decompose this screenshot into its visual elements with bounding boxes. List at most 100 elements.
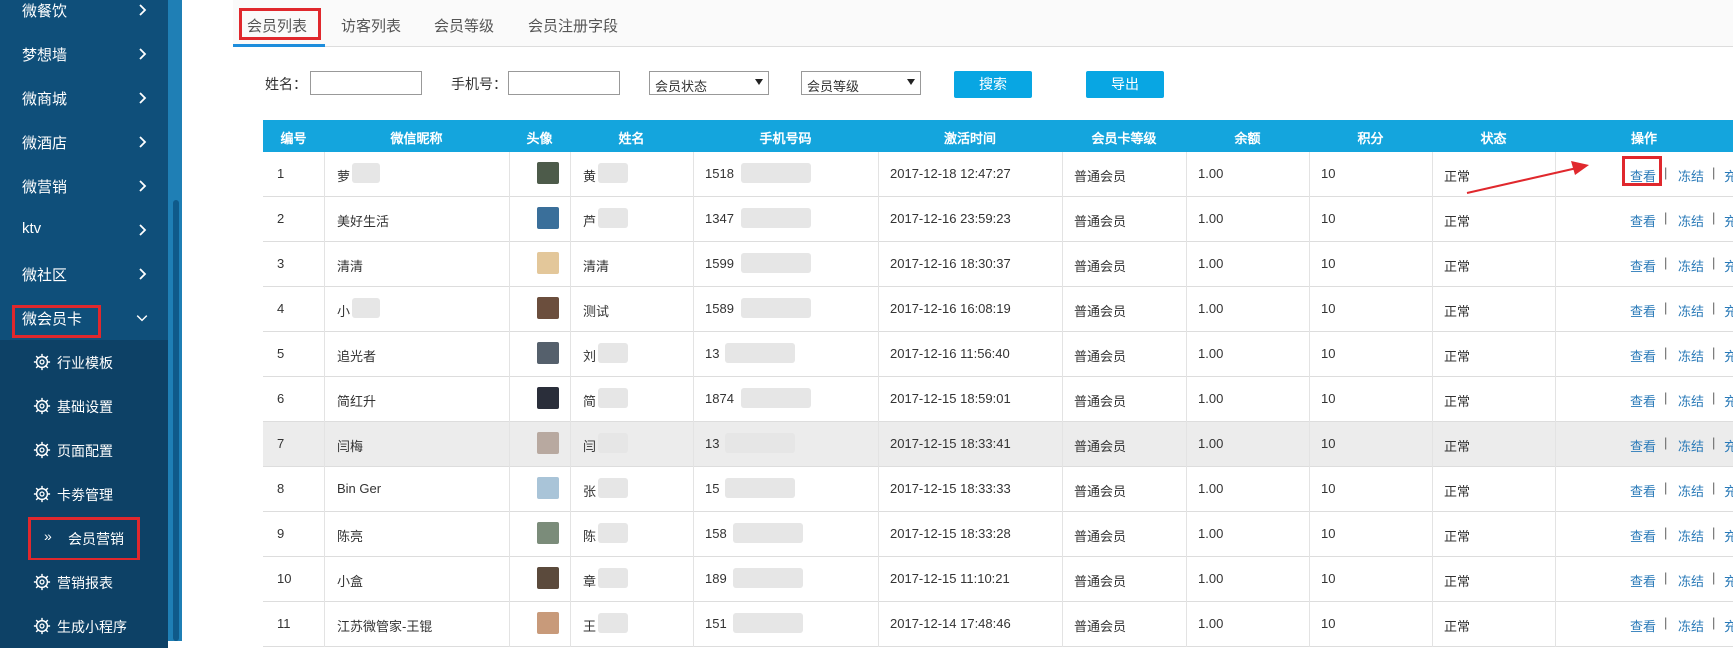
- cell-divider: [693, 152, 694, 197]
- freeze-link[interactable]: 冻结: [1678, 256, 1704, 275]
- menu-item-wei-jiudian[interactable]: 微酒店: [0, 120, 168, 164]
- cell-time: 2017-12-16 11:56:40: [890, 346, 1010, 361]
- cell-divider: [1309, 602, 1310, 647]
- cell-points: 10: [1321, 346, 1336, 361]
- view-link[interactable]: 查看: [1630, 256, 1656, 275]
- freeze-link[interactable]: 冻结: [1678, 436, 1704, 455]
- recharge-link[interactable]: 充值: [1724, 391, 1733, 410]
- cell-divider: [1062, 422, 1063, 467]
- view-link[interactable]: 查看: [1630, 346, 1656, 365]
- cell-id: 6: [277, 391, 285, 406]
- view-link[interactable]: 查看: [1630, 481, 1656, 500]
- cell-divider: [1555, 242, 1556, 287]
- submenu-item-yingxiao-baobiao[interactable]: 营销报表: [0, 560, 168, 604]
- chevron-right-icon: [139, 180, 147, 192]
- menu-item-mengxiangqiang[interactable]: 梦想墙: [0, 32, 168, 76]
- submenu-item-hangye-muban[interactable]: 行业模板: [0, 340, 168, 384]
- cell-divider: [1062, 287, 1063, 332]
- cell-phone: 1518: [705, 166, 734, 181]
- cell-time: 2017-12-15 18:33:41: [890, 436, 1011, 451]
- tab-visitor-list[interactable]: 访客列表: [341, 15, 401, 36]
- view-link[interactable]: 查看: [1630, 391, 1656, 410]
- phone-input[interactable]: [508, 71, 620, 95]
- cell-divider: [324, 602, 325, 647]
- cell-phone: 15: [705, 481, 720, 496]
- recharge-link[interactable]: 充值: [1724, 301, 1733, 320]
- submenu-item-shengcheng-xiaochengxu[interactable]: 生成小程序: [0, 604, 168, 648]
- submenu-item-yemian-peizhi[interactable]: 页面配置: [0, 428, 168, 472]
- menu-item-wei-canyin[interactable]: 微餐饮: [0, 0, 168, 32]
- freeze-link[interactable]: 冻结: [1678, 481, 1704, 500]
- gear-icon: [33, 617, 51, 635]
- export-button[interactable]: 导出: [1086, 71, 1164, 98]
- chevron-right-icon: [139, 136, 147, 148]
- menu-item-wei-yingxiao[interactable]: 微营销: [0, 164, 168, 208]
- freeze-link[interactable]: 冻结: [1678, 346, 1704, 365]
- recharge-link[interactable]: 充值: [1724, 526, 1733, 545]
- status-select[interactable]: 会员状态: [649, 71, 769, 95]
- cell-balance: 1.00: [1198, 481, 1224, 496]
- redacted-name: [598, 523, 628, 543]
- submenu-item-jichu-shezhi[interactable]: 基础设置: [0, 384, 168, 428]
- col-header-time: 激活时间: [943, 131, 996, 146]
- recharge-link[interactable]: 充值: [1724, 571, 1733, 590]
- level-select-value: 会员等级: [807, 79, 860, 94]
- search-button[interactable]: 搜索: [954, 71, 1032, 98]
- tab-register-fields[interactable]: 会员注册字段: [528, 15, 618, 36]
- recharge-link[interactable]: 充值: [1724, 166, 1733, 185]
- freeze-link[interactable]: 冻结: [1678, 526, 1704, 545]
- menu-label: 微酒店: [22, 135, 68, 152]
- recharge-link[interactable]: 充值: [1724, 256, 1733, 275]
- view-link[interactable]: 查看: [1630, 301, 1656, 320]
- freeze-link[interactable]: 冻结: [1678, 391, 1704, 410]
- chevron-right-icon: [139, 48, 147, 60]
- cell-divider: [1555, 332, 1556, 377]
- table-row: 7 闫梅 闫 13 2017-12-15 18:33:41 普通会员 1.00 10 正常 查看 |…: [263, 422, 1733, 467]
- recharge-link[interactable]: 充值: [1724, 616, 1733, 635]
- menu-item-ktv[interactable]: ktv: [0, 208, 168, 252]
- cell-level: 普通会员: [1074, 349, 1127, 364]
- recharge-link[interactable]: 充值: [1724, 211, 1733, 230]
- cell-points: 10: [1321, 571, 1336, 586]
- freeze-link[interactable]: 冻结: [1678, 571, 1704, 590]
- sidebar-scroll-thumb[interactable]: [173, 200, 179, 641]
- cell-nick: Bin Ger: [337, 481, 382, 496]
- table-row: 3 清清 清清 1599 2017-12-16 18:30:37 普通会员 1.00 10 正常…: [263, 242, 1733, 287]
- cell-nick: 简红升: [337, 394, 377, 409]
- cell-divider: [1432, 287, 1433, 332]
- col-header-name: 姓名: [618, 131, 645, 146]
- redacted-phone: [741, 208, 811, 228]
- tab-member-level[interactable]: 会员等级: [434, 15, 494, 36]
- view-link[interactable]: 查看: [1630, 211, 1656, 230]
- cell-divider: [1555, 377, 1556, 422]
- cell-balance: 1.00: [1198, 256, 1224, 271]
- level-select[interactable]: 会员等级: [801, 71, 921, 95]
- view-link[interactable]: 查看: [1630, 616, 1656, 635]
- recharge-link[interactable]: 充值: [1724, 481, 1733, 500]
- freeze-link[interactable]: 冻结: [1678, 166, 1704, 185]
- op-separator: |: [1664, 435, 1668, 450]
- recharge-link[interactable]: 充值: [1724, 436, 1733, 455]
- cell-divider: [570, 332, 571, 377]
- cell-divider: [693, 197, 694, 242]
- freeze-link[interactable]: 冻结: [1678, 211, 1704, 230]
- sidebar-scrollbar[interactable]: [168, 0, 182, 641]
- menu-item-wei-shequ[interactable]: 微社区: [0, 252, 168, 296]
- cell-divider: [878, 242, 879, 287]
- name-input[interactable]: [310, 71, 422, 95]
- cell-id: 3: [277, 256, 285, 271]
- submenu-item-kajuan-guanli[interactable]: 卡劵管理: [0, 472, 168, 516]
- freeze-link[interactable]: 冻结: [1678, 616, 1704, 635]
- cell-points: 10: [1321, 526, 1336, 541]
- op-separator: |: [1712, 570, 1716, 585]
- cell-id: 10: [277, 571, 292, 586]
- cell-divider: [1432, 422, 1433, 467]
- recharge-link[interactable]: 充值: [1724, 346, 1733, 365]
- view-link[interactable]: 查看: [1630, 526, 1656, 545]
- menu-item-wei-shangcheng[interactable]: 微商城: [0, 76, 168, 120]
- view-link[interactable]: 查看: [1630, 436, 1656, 455]
- view-link[interactable]: 查看: [1630, 571, 1656, 590]
- cell-phone: 151: [705, 616, 727, 631]
- freeze-link[interactable]: 冻结: [1678, 301, 1704, 320]
- main-content: 会员列表 访客列表 会员等级 会员注册字段 姓名： 手机号： 会员状态 会员等级…: [182, 0, 1733, 647]
